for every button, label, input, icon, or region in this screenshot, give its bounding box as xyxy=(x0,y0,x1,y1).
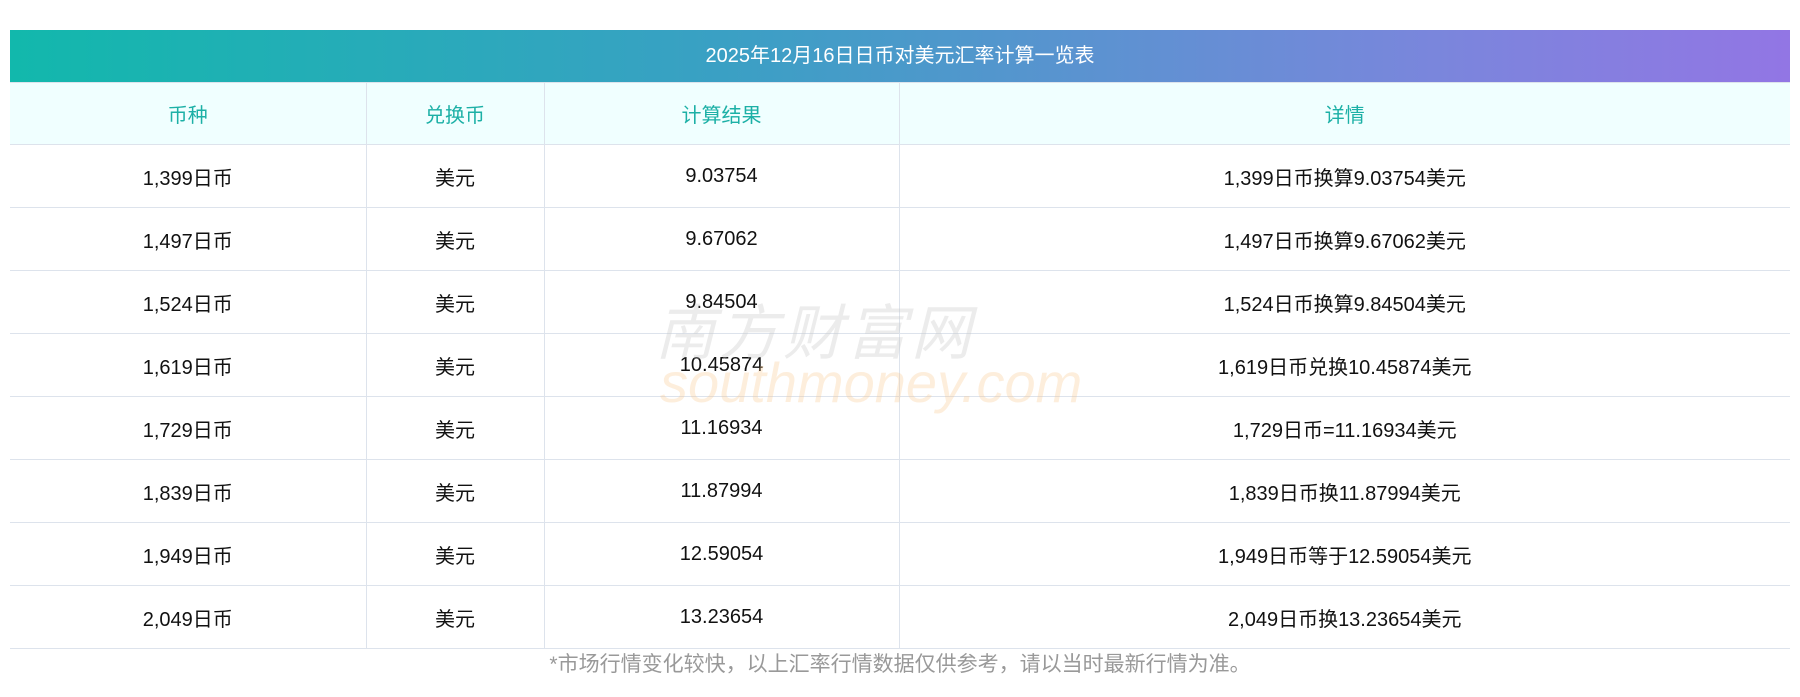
rate-table-container: 2025年12月16日日币对美元汇率计算一览表 币种 兑换币 计算结果 详情 1… xyxy=(10,30,1790,649)
cell-result: 12.59054 xyxy=(543,522,900,586)
cell-target: 美元 xyxy=(365,585,545,649)
cell-target: 美元 xyxy=(365,333,545,397)
cell-detail: 1,729日币=11.16934美元 xyxy=(898,396,1790,460)
header-target: 兑换币 xyxy=(365,82,545,145)
cell-target: 美元 xyxy=(365,270,545,334)
table-row: 1,524日币 美元 9.84504 1,524日币换算9.84504美元 xyxy=(10,270,1790,334)
cell-detail: 1,399日币换算9.03754美元 xyxy=(898,144,1790,208)
cell-detail: 1,524日币换算9.84504美元 xyxy=(898,270,1790,334)
cell-result: 11.87994 xyxy=(543,459,900,523)
cell-currency: 1,949日币 xyxy=(10,522,367,586)
table-row: 1,399日币 美元 9.03754 1,399日币换算9.03754美元 xyxy=(10,144,1790,208)
header-currency: 币种 xyxy=(10,82,367,145)
table-title: 2025年12月16日日币对美元汇率计算一览表 xyxy=(10,30,1790,82)
cell-target: 美元 xyxy=(365,459,545,523)
cell-detail: 1,839日币换11.87994美元 xyxy=(898,459,1790,523)
header-result: 计算结果 xyxy=(543,82,900,145)
cell-result: 10.45874 xyxy=(543,333,900,397)
header-row: 币种 兑换币 计算结果 详情 xyxy=(10,82,1790,145)
cell-result: 11.16934 xyxy=(543,396,900,460)
cell-currency: 1,497日币 xyxy=(10,207,367,271)
cell-result: 13.23654 xyxy=(543,585,900,649)
cell-detail: 1,619日币兑换10.45874美元 xyxy=(898,333,1790,397)
cell-detail: 1,497日币换算9.67062美元 xyxy=(898,207,1790,271)
cell-currency: 1,399日币 xyxy=(10,144,367,208)
cell-result: 9.67062 xyxy=(543,207,900,271)
cell-target: 美元 xyxy=(365,144,545,208)
cell-currency: 1,619日币 xyxy=(10,333,367,397)
table-row: 1,619日币 美元 10.45874 1,619日币兑换10.45874美元 xyxy=(10,333,1790,397)
table-row: 1,839日币 美元 11.87994 1,839日币换11.87994美元 xyxy=(10,459,1790,523)
cell-currency: 1,839日币 xyxy=(10,459,367,523)
cell-target: 美元 xyxy=(365,396,545,460)
cell-target: 美元 xyxy=(365,207,545,271)
header-detail: 详情 xyxy=(898,82,1790,145)
rate-table: 币种 兑换币 计算结果 详情 1,399日币 美元 9.03754 1,399日币换算… xyxy=(10,82,1790,649)
cell-currency: 1,524日币 xyxy=(10,270,367,334)
cell-result: 9.03754 xyxy=(543,144,900,208)
cell-result: 9.84504 xyxy=(543,270,900,334)
table-row: 1,729日币 美元 11.16934 1,729日币=11.16934美元 xyxy=(10,396,1790,460)
table-row: 1,949日币 美元 12.59054 1,949日币等于12.59054美元 xyxy=(10,522,1790,586)
cell-target: 美元 xyxy=(365,522,545,586)
cell-currency: 1,729日币 xyxy=(10,396,367,460)
table-row: 2,049日币 美元 13.23654 2,049日币换13.23654美元 xyxy=(10,585,1790,649)
cell-detail: 2,049日币换13.23654美元 xyxy=(898,585,1790,649)
disclaimer-note: *市场行情变化较快，以上汇率行情数据仅供参考，请以当时最新行情为准。 xyxy=(549,653,1251,676)
cell-currency: 2,049日币 xyxy=(10,585,367,649)
table-row: 1,497日币 美元 9.67062 1,497日币换算9.67062美元 xyxy=(10,207,1790,271)
cell-detail: 1,949日币等于12.59054美元 xyxy=(898,522,1790,586)
